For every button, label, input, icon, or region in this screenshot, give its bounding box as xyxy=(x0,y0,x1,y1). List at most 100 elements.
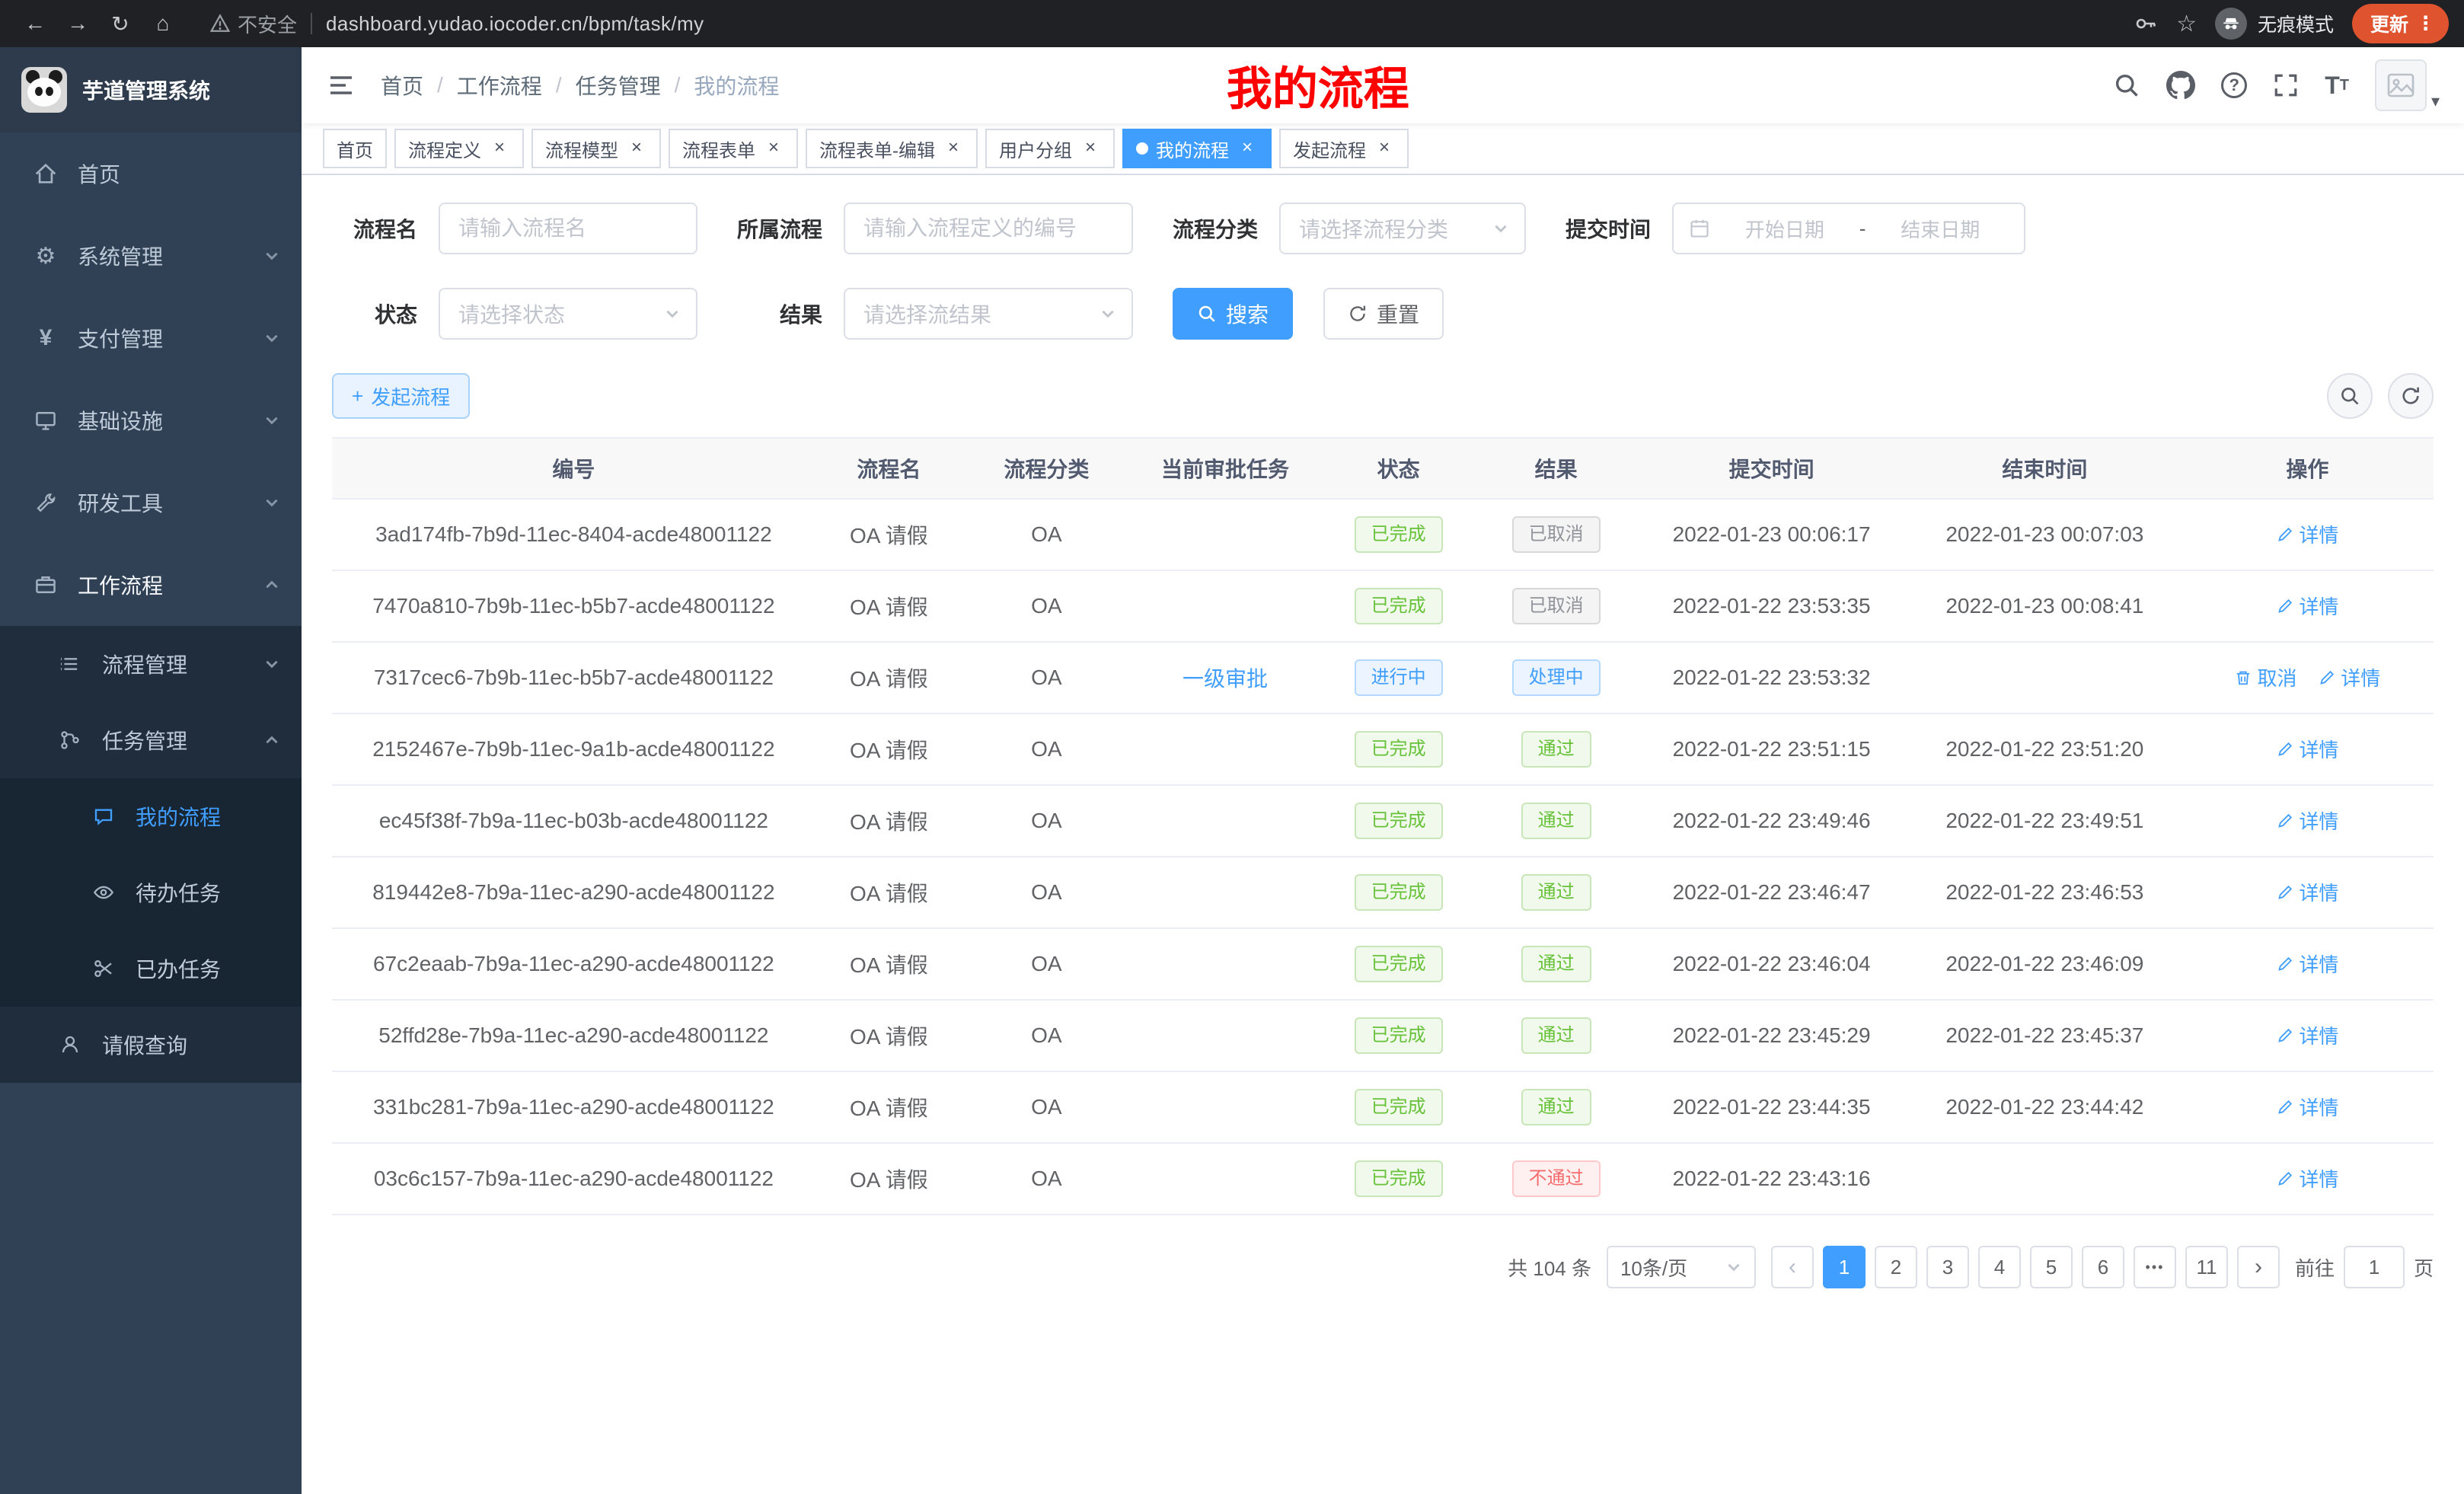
tab-user-group[interactable]: 用户分组× xyxy=(985,129,1115,168)
avatar[interactable] xyxy=(2375,59,2427,111)
more-pages-button[interactable]: ••• xyxy=(2134,1246,2176,1288)
cell-actions: 详情 xyxy=(2182,1071,2434,1143)
close-icon[interactable]: × xyxy=(1237,138,1258,159)
detail-link[interactable]: 详情 xyxy=(2276,592,2338,620)
cell-result: 通过 xyxy=(1477,785,1635,857)
address-bar[interactable]: 不安全 dashboard.yudao.iocoder.cn/bpm/task/… xyxy=(210,10,704,38)
cell-name: OA 请假 xyxy=(815,713,962,785)
kebab-menu-icon[interactable]: ⋮ xyxy=(2416,12,2435,35)
github-icon[interactable] xyxy=(2166,71,2195,100)
breadcrumb-workflow[interactable]: 工作流程 xyxy=(457,70,542,101)
page-button[interactable]: 4 xyxy=(1978,1246,2021,1288)
page-button[interactable]: 5 xyxy=(2030,1246,2073,1288)
list-icon xyxy=(55,649,85,679)
key-icon[interactable] xyxy=(2134,11,2158,36)
search-button[interactable]: 搜索 xyxy=(1173,288,1293,340)
goto-page-input[interactable] xyxy=(2344,1246,2405,1288)
breadcrumb-task[interactable]: 任务管理 xyxy=(576,70,661,101)
tab-process-definition[interactable]: 流程定义× xyxy=(394,129,524,168)
detail-link[interactable]: 详情 xyxy=(2318,663,2380,691)
breadcrumb-home[interactable]: 首页 xyxy=(381,70,423,101)
close-icon[interactable]: × xyxy=(489,138,510,159)
user-menu[interactable]: ▾ xyxy=(2375,59,2440,111)
page-button[interactable]: 3 xyxy=(1926,1246,1969,1288)
cancel-link[interactable]: 取消 xyxy=(2234,663,2296,691)
status-select[interactable]: 请选择状态 xyxy=(439,288,697,340)
search-icon[interactable] xyxy=(2113,72,2140,99)
tab-process-form-edit[interactable]: 流程表单-编辑× xyxy=(806,129,978,168)
tab-my-process[interactable]: 我的流程× xyxy=(1122,129,1272,168)
top-navbar: 首页 / 工作流程 / 任务管理 / 我的流程 我的流程 ? TT ▾ xyxy=(302,47,2464,123)
sidebar-item-leave-query[interactable]: 请假查询 xyxy=(0,1007,302,1083)
sidebar-item-devtools[interactable]: 研发工具 xyxy=(0,461,302,544)
show-search-button[interactable] xyxy=(2327,373,2373,419)
page-button[interactable]: 2 xyxy=(1875,1246,1917,1288)
page-button[interactable]: 1 xyxy=(1823,1246,1866,1288)
bookmark-star-icon[interactable]: ☆ xyxy=(2176,11,2197,37)
update-button[interactable]: 更新 ⋮ xyxy=(2352,4,2449,43)
security-warning[interactable]: 不安全 xyxy=(210,10,297,38)
detail-link[interactable]: 详情 xyxy=(2276,806,2338,835)
detail-link[interactable]: 详情 xyxy=(2276,520,2338,548)
close-icon[interactable]: × xyxy=(1080,138,1101,159)
sidebar-item-payment[interactable]: ¥ 支付管理 xyxy=(0,297,302,379)
sidebar-item-done-task[interactable]: 已办任务 xyxy=(0,931,302,1007)
close-icon[interactable]: × xyxy=(763,138,784,159)
tab-home[interactable]: 首页 xyxy=(323,129,387,168)
date-range-picker[interactable]: 开始日期 - 结束日期 xyxy=(1672,203,2025,254)
close-icon[interactable]: × xyxy=(626,138,647,159)
sidebar-item-workflow[interactable]: 工作流程 xyxy=(0,544,302,626)
sidebar-item-todo-task[interactable]: 待办任务 xyxy=(0,854,302,931)
category-select[interactable]: 请选择流程分类 xyxy=(1279,203,1526,254)
detail-link[interactable]: 详情 xyxy=(2276,950,2338,978)
sidebar-item-system[interactable]: ⚙ 系统管理 xyxy=(0,215,302,297)
sidebar-item-infrastructure[interactable]: 基础设施 xyxy=(0,379,302,461)
detail-link[interactable]: 详情 xyxy=(2276,735,2338,763)
close-icon[interactable]: × xyxy=(1374,138,1395,159)
result-select[interactable]: 请选择流结果 xyxy=(844,288,1133,340)
home-icon[interactable]: ⌂ xyxy=(143,4,183,43)
page-size-select[interactable]: 10条/页 xyxy=(1607,1246,1756,1288)
current-task-link[interactable]: 一级审批 xyxy=(1183,667,1268,691)
detail-link[interactable]: 详情 xyxy=(2276,1093,2338,1121)
url-text[interactable]: dashboard.yudao.iocoder.cn/bpm/task/my xyxy=(326,12,704,36)
filter-result: 结果 请选择流结果 xyxy=(737,288,1133,340)
security-label: 不安全 xyxy=(238,10,297,38)
sidebar-item-home[interactable]: 首页 xyxy=(0,132,302,215)
next-page-button[interactable]: › xyxy=(2237,1246,2280,1288)
start-date-placeholder[interactable]: 开始日期 xyxy=(1716,215,1853,243)
refresh-button[interactable] xyxy=(2388,373,2434,419)
tab-process-form[interactable]: 流程表单× xyxy=(669,129,798,168)
help-icon[interactable]: ? xyxy=(2221,72,2247,98)
sidebar-logo[interactable]: 芋道管理系统 xyxy=(0,47,302,132)
fullscreen-icon[interactable] xyxy=(2273,72,2299,98)
tab-initiate-process[interactable]: 发起流程× xyxy=(1279,129,1409,168)
prev-page-button[interactable]: ‹ xyxy=(1771,1246,1814,1288)
detail-link[interactable]: 详情 xyxy=(2276,1021,2338,1049)
detail-link[interactable]: 详情 xyxy=(2276,1164,2338,1192)
chevron-down-icon xyxy=(1492,220,1509,237)
end-date-placeholder[interactable]: 结束日期 xyxy=(1872,215,2009,243)
page-button[interactable]: 11 xyxy=(2185,1246,2228,1288)
chevron-down-icon xyxy=(664,305,681,322)
reset-button[interactable]: 重置 xyxy=(1323,288,1444,340)
reload-icon[interactable]: ↻ xyxy=(101,4,140,43)
status-tag: 已完成 xyxy=(1355,946,1443,982)
incognito-icon xyxy=(2215,8,2247,40)
tab-process-model[interactable]: 流程模型× xyxy=(531,129,661,168)
table-row: 67c2eaab-7b9a-11ec-a290-acde48001122 OA … xyxy=(332,928,2434,1000)
hamburger-icon[interactable] xyxy=(326,70,356,101)
back-icon[interactable]: ← xyxy=(15,4,55,43)
page-button[interactable]: 6 xyxy=(2082,1246,2124,1288)
detail-link[interactable]: 详情 xyxy=(2276,878,2338,906)
sidebar-item-process-management[interactable]: 流程管理 xyxy=(0,626,302,702)
navbar-actions: ? TT ▾ xyxy=(2113,59,2440,111)
process-name-input[interactable] xyxy=(439,203,697,254)
font-size-icon[interactable]: TT xyxy=(2325,72,2349,100)
sidebar-item-my-process[interactable]: 我的流程 xyxy=(0,778,302,854)
process-definition-input[interactable] xyxy=(844,203,1133,254)
sidebar-item-task-management[interactable]: 任务管理 xyxy=(0,702,302,778)
forward-icon[interactable]: → xyxy=(58,4,97,43)
close-icon[interactable]: × xyxy=(943,138,964,159)
initiate-process-button[interactable]: + 发起流程 xyxy=(332,373,470,419)
